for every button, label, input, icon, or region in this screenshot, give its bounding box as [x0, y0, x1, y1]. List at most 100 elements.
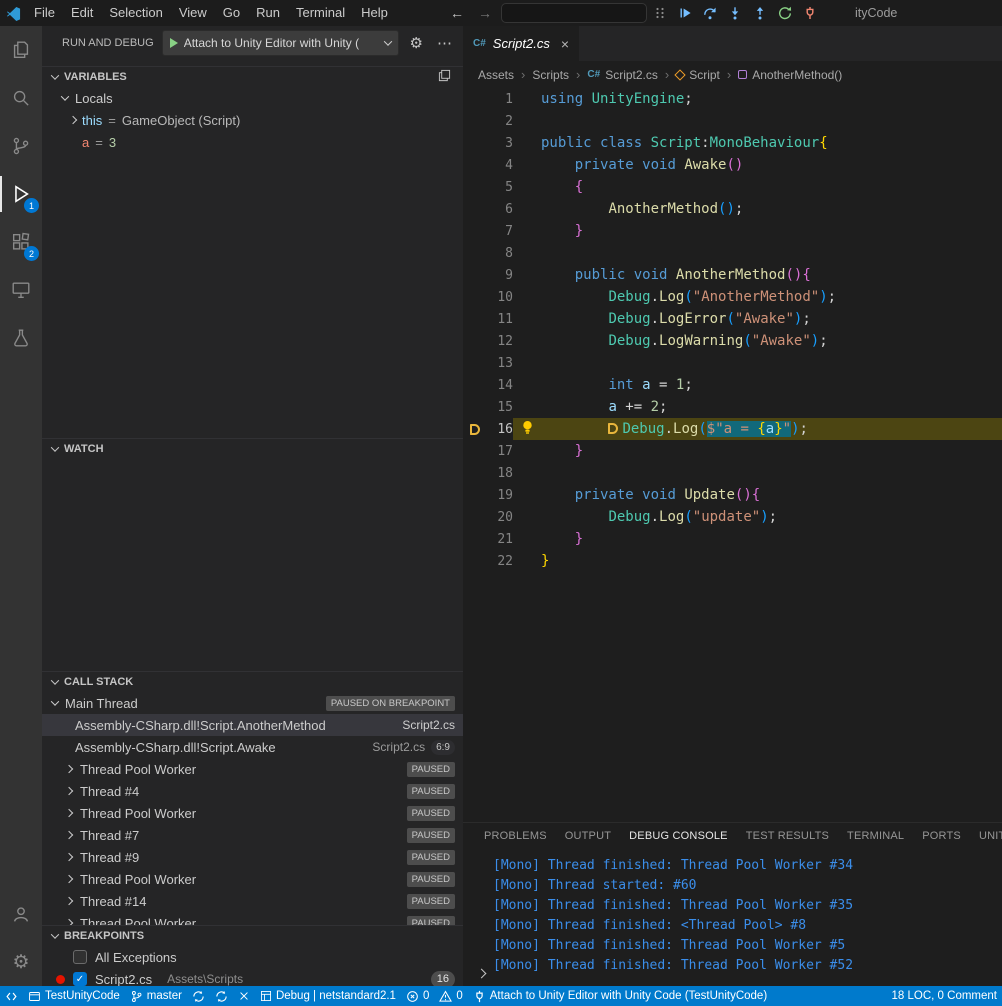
git-sync[interactable]: [187, 986, 210, 1006]
code-line[interactable]: 13: [463, 352, 1002, 374]
call-stack-header[interactable]: CALL STACK: [42, 671, 463, 692]
step-out-button[interactable]: [749, 2, 771, 24]
code-line[interactable]: 11 Debug.LogError("Awake");: [463, 308, 1002, 330]
project-name[interactable]: TestUnityCode: [23, 986, 125, 1006]
panel-tab-test-results[interactable]: TEST RESULTS: [737, 823, 838, 850]
debug-console-input[interactable]: [478, 965, 485, 980]
panel-tab-ports[interactable]: PORTS: [913, 823, 970, 850]
accounts-icon[interactable]: [0, 890, 42, 938]
callstack-thread[interactable]: Thread #14PAUSED: [42, 890, 463, 912]
menu-go[interactable]: Go: [215, 0, 248, 26]
remote-indicator[interactable]: [0, 986, 23, 1006]
project-configuration[interactable]: Debug | netstandard2.1: [255, 986, 401, 1006]
breadcrumb-item[interactable]: Assets: [478, 68, 514, 82]
breadcrumb-item[interactable]: Script: [676, 68, 720, 82]
code-line[interactable]: 17 }: [463, 440, 1002, 462]
variables-header[interactable]: VARIABLES: [42, 66, 463, 87]
breakpoint-row[interactable]: All Exceptions: [42, 946, 463, 968]
menu-edit[interactable]: Edit: [63, 0, 101, 26]
code-line[interactable]: 22}: [463, 550, 1002, 572]
code-line[interactable]: 10 Debug.Log("AnotherMethod");: [463, 286, 1002, 308]
code-line[interactable]: 6 AnotherMethod();: [463, 198, 1002, 220]
menu-terminal[interactable]: Terminal: [288, 0, 353, 26]
variables-scope-locals[interactable]: Locals: [42, 87, 463, 109]
code-line[interactable]: 19 private void Update(){: [463, 484, 1002, 506]
problems-warnings[interactable]: 0: [434, 986, 467, 1006]
code-line[interactable]: 18: [463, 462, 1002, 484]
step-into-button[interactable]: [724, 2, 746, 24]
source-control-icon[interactable]: [0, 122, 42, 170]
drag-grip-icon[interactable]: [649, 2, 671, 24]
code-line[interactable]: 4 private void Awake(): [463, 154, 1002, 176]
nav-forward-icon[interactable]: →: [478, 0, 492, 26]
breakpoint-checkbox[interactable]: [73, 950, 87, 964]
more-actions-icon[interactable]: ⋯: [434, 36, 455, 51]
code-line[interactable]: 16 Debug.Log($"a = {a}");: [463, 418, 1002, 440]
search-icon[interactable]: [0, 74, 42, 122]
testing-icon[interactable]: [0, 314, 42, 362]
callstack-thread[interactable]: Thread Pool WorkerPAUSED: [42, 868, 463, 890]
menu-run[interactable]: Run: [248, 0, 288, 26]
loc-counter[interactable]: 18 LOC, 0 Comment: [887, 990, 1002, 1002]
run-and-debug-icon[interactable]: 1: [0, 170, 42, 218]
code-line[interactable]: 15 a += 2;: [463, 396, 1002, 418]
restart-button[interactable]: [774, 2, 796, 24]
panel-tab-output[interactable]: OUTPUT: [556, 823, 620, 850]
panel-tab-unity-c[interactable]: UNITY C: [970, 823, 1002, 850]
command-center-search[interactable]: [501, 3, 647, 23]
breadcrumb-item[interactable]: Scripts: [532, 68, 569, 82]
debug-session[interactable]: Attach to Unity Editor with Unity Code (…: [468, 986, 772, 1006]
code-line[interactable]: 5 {: [463, 176, 1002, 198]
callstack-thread[interactable]: Thread Pool WorkerPAUSED: [42, 802, 463, 824]
code-line[interactable]: 2: [463, 110, 1002, 132]
panel-tab-problems[interactable]: PROBLEMS: [475, 823, 556, 850]
git-branch[interactable]: master: [125, 986, 187, 1006]
code-line[interactable]: 7 }: [463, 220, 1002, 242]
callstack-thread[interactable]: Thread #7PAUSED: [42, 824, 463, 846]
breadcrumb-item[interactable]: AnotherMethod(): [738, 68, 842, 82]
step-over-button[interactable]: [699, 2, 721, 24]
disconnect-button[interactable]: [799, 2, 821, 24]
callstack-thread[interactable]: Thread #4PAUSED: [42, 780, 463, 802]
debug-config-dropdown[interactable]: Attach to Unity Editor with Unity (: [162, 30, 399, 56]
panel-tab-debug-console[interactable]: DEBUG CONSOLE: [620, 823, 737, 850]
callstack-frame[interactable]: Assembly-CSharp.dll!Script.AwakeScript2.…: [42, 736, 463, 758]
background-task[interactable]: [210, 986, 233, 1006]
callstack-frame[interactable]: Assembly-CSharp.dll!Script.AnotherMethod…: [42, 714, 463, 736]
collapse-all-icon[interactable]: [438, 69, 451, 85]
problems-errors[interactable]: 0: [401, 986, 434, 1006]
start-debug-icon[interactable]: [170, 38, 178, 48]
code-line[interactable]: 9 public void AnotherMethod(){: [463, 264, 1002, 286]
code-line[interactable]: 21 }: [463, 528, 1002, 550]
code-line[interactable]: 8: [463, 242, 1002, 264]
breakpoint-row[interactable]: ✓Script2.csAssets\Scripts16: [42, 968, 463, 986]
status-close[interactable]: [233, 986, 255, 1006]
menu-help[interactable]: Help: [353, 0, 396, 26]
panel-tab-terminal[interactable]: TERMINAL: [838, 823, 913, 850]
lightbulb-icon[interactable]: [521, 420, 534, 439]
code-line[interactable]: 14 int a = 1;: [463, 374, 1002, 396]
breakpoint-gutter[interactable]: [463, 424, 487, 435]
code-line[interactable]: 20 Debug.Log("update");: [463, 506, 1002, 528]
variable-row[interactable]: a = 3: [42, 131, 463, 153]
code-line[interactable]: 12 Debug.LogWarning("Awake");: [463, 330, 1002, 352]
code-line[interactable]: 3public class Script:MonoBehaviour{: [463, 132, 1002, 154]
breakpoint-checkbox[interactable]: ✓: [73, 972, 87, 986]
callstack-thread[interactable]: Thread Pool WorkerPAUSED: [42, 758, 463, 780]
variable-row[interactable]: this = GameObject (Script): [42, 109, 463, 131]
code-line[interactable]: 1using UnityEngine;: [463, 88, 1002, 110]
close-icon[interactable]: ×: [561, 36, 569, 52]
explorer-icon[interactable]: [0, 26, 42, 74]
continue-button[interactable]: [674, 2, 696, 24]
menu-view[interactable]: View: [171, 0, 215, 26]
watch-header[interactable]: WATCH: [42, 438, 463, 459]
extensions-icon[interactable]: 2: [0, 218, 42, 266]
settings-gear-icon[interactable]: ⚙: [0, 938, 42, 986]
breakpoints-header[interactable]: BREAKPOINTS: [42, 925, 463, 946]
tab-script2[interactable]: C# Script2.cs ×: [463, 26, 579, 61]
breadcrumb-item[interactable]: C#Script2.cs: [587, 68, 657, 82]
remote-explorer-icon[interactable]: [0, 266, 42, 314]
nav-back-icon[interactable]: ←: [450, 0, 464, 26]
callstack-thread-main[interactable]: Main ThreadPAUSED ON BREAKPOINT: [42, 692, 463, 714]
debug-settings-gear-icon[interactable]: ⚙: [407, 36, 426, 51]
